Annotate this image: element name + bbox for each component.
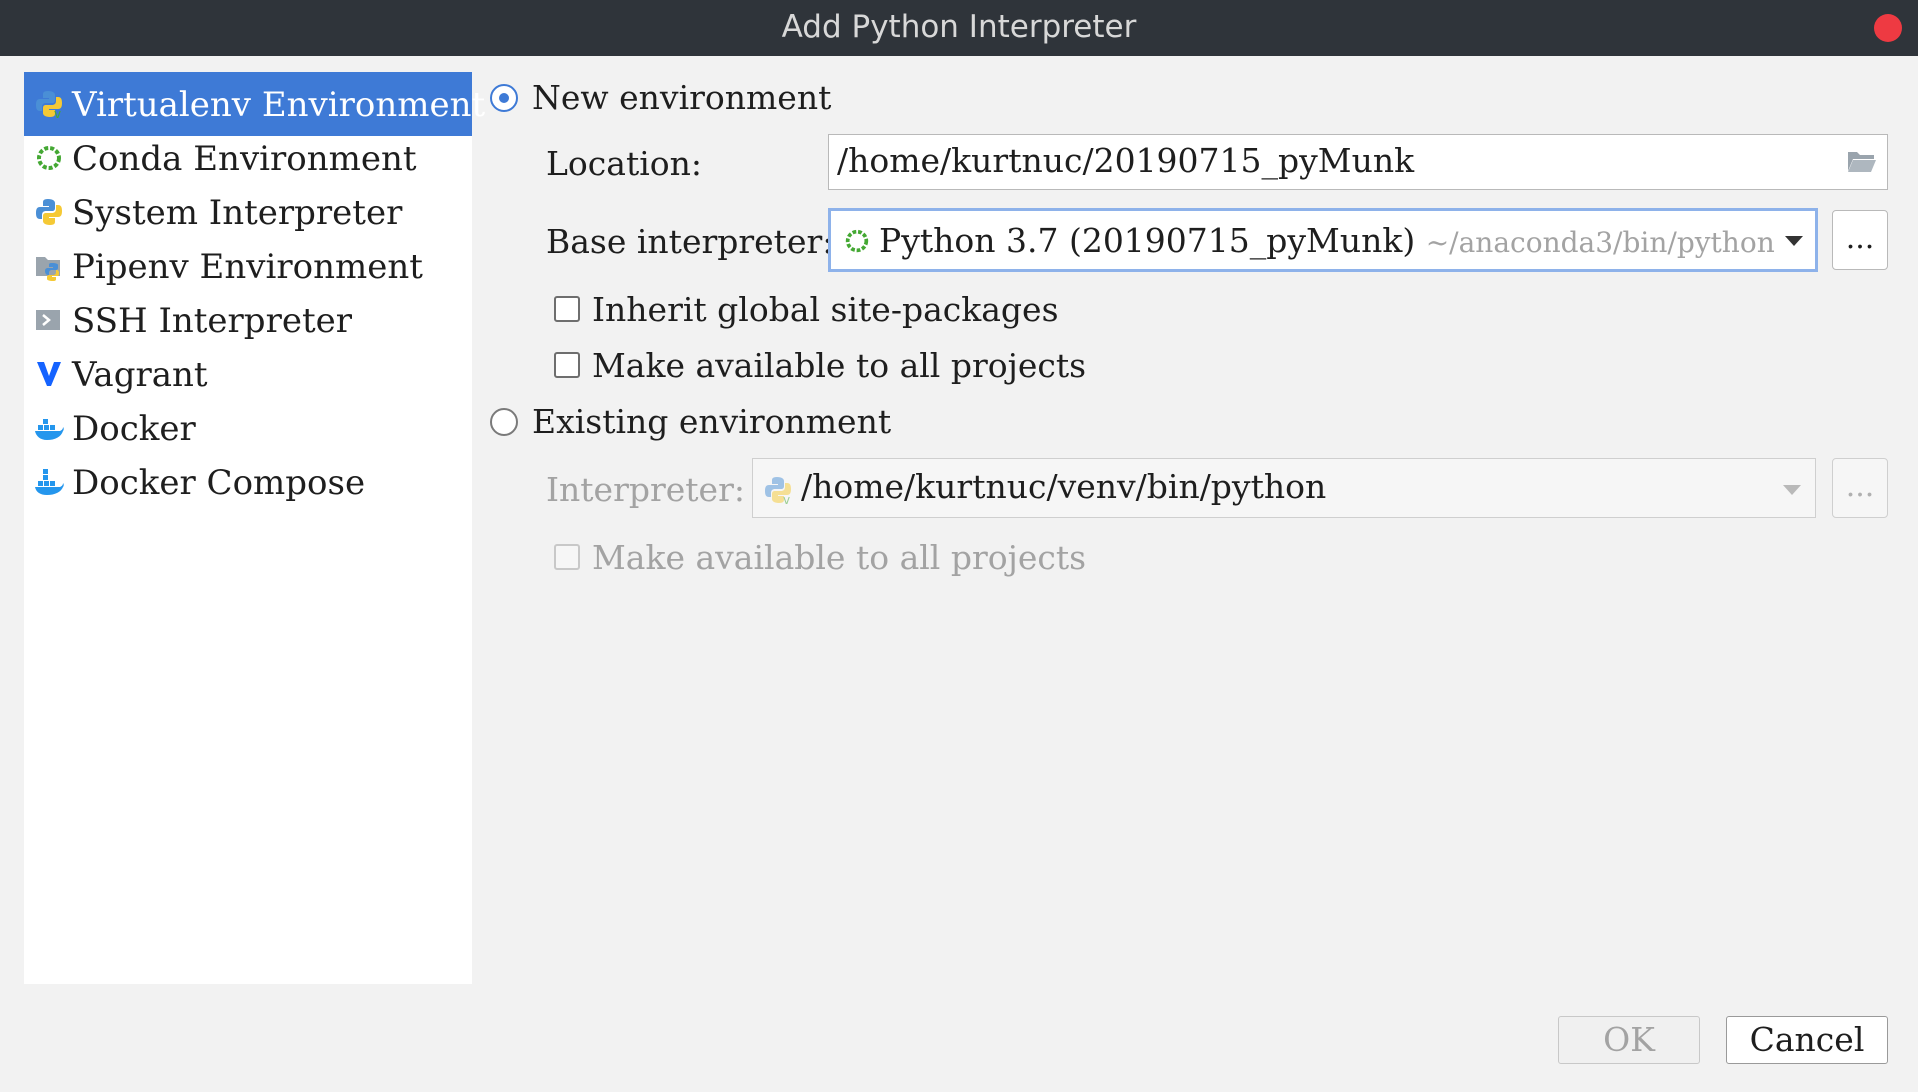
new-environment-label: New environment — [532, 78, 832, 117]
base-interpreter-browse-button[interactable]: ... — [1832, 210, 1888, 270]
base-interpreter-label: Base interpreter: — [546, 222, 834, 261]
conda-ring-icon — [845, 229, 869, 253]
cancel-button[interactable]: Cancel — [1726, 1016, 1888, 1064]
ssh-terminal-icon — [36, 310, 60, 330]
docker-whale-icon — [35, 419, 64, 440]
ok-button[interactable]: OK — [1558, 1016, 1700, 1064]
location-value: /home/kurtnuc/20190715_pyMunk — [837, 141, 1415, 180]
existing-make-available-checkbox[interactable] — [554, 544, 580, 570]
interpreter-value: /home/kurtnuc/venv/bin/python — [801, 467, 1327, 506]
inherit-global-site-packages-checkbox[interactable] — [554, 296, 580, 322]
title-bar: Add Python Interpreter — [0, 0, 1918, 56]
folder-icon[interactable] — [1847, 149, 1877, 173]
sidebar-item-label: Docker Compose — [72, 463, 366, 503]
svg-text:v: v — [783, 493, 790, 505]
base-interpreter-dropdown[interactable]: Python 3.7 (20190715_pyMunk) ~/anaconda3… — [828, 208, 1818, 272]
pipenv-folder-icon — [36, 257, 60, 281]
virtualenv-python-icon: v — [765, 477, 791, 505]
base-interpreter-path-hint: ~/anaconda3/bin/python — [1425, 226, 1775, 259]
existing-environment-radio[interactable] — [490, 408, 518, 436]
existing-environment-label: Existing environment — [532, 402, 892, 441]
docker-whale-icon — [35, 469, 64, 495]
location-label: Location: — [546, 144, 702, 183]
existing-make-available-label: Make available to all projects — [592, 538, 1087, 577]
interpreter-dropdown[interactable]: v /home/kurtnuc/venv/bin/python — [752, 458, 1816, 518]
close-window-button[interactable] — [1874, 14, 1902, 42]
virtualenv-python-icon: v — [36, 91, 62, 119]
interpreter-type-list: v Virtualenv Environment Conda Environme… — [24, 72, 485, 984]
make-available-label: Make available to all projects — [592, 346, 1087, 385]
interpreter-browse-button[interactable]: ... — [1832, 458, 1888, 518]
conda-ring-icon — [37, 146, 61, 170]
chevron-down-icon — [1783, 485, 1801, 495]
new-environment-radio[interactable] — [490, 84, 518, 112]
python-icon — [36, 199, 62, 225]
chevron-down-icon — [1785, 236, 1803, 246]
base-interpreter-value: Python 3.7 (20190715_pyMunk) ~/anaconda3… — [879, 221, 1775, 260]
make-available-checkbox[interactable] — [554, 352, 580, 378]
sidebar-item-docker-compose[interactable]: Docker Compose — [24, 450, 472, 514]
interpreter-label: Interpreter: — [546, 470, 745, 509]
window-title: Add Python Interpreter — [781, 9, 1137, 45]
svg-text:v: v — [54, 107, 61, 119]
vagrant-icon — [37, 362, 61, 386]
inherit-global-site-packages-label: Inherit global site-packages — [592, 290, 1059, 329]
location-input[interactable]: /home/kurtnuc/20190715_pyMunk — [828, 134, 1888, 190]
